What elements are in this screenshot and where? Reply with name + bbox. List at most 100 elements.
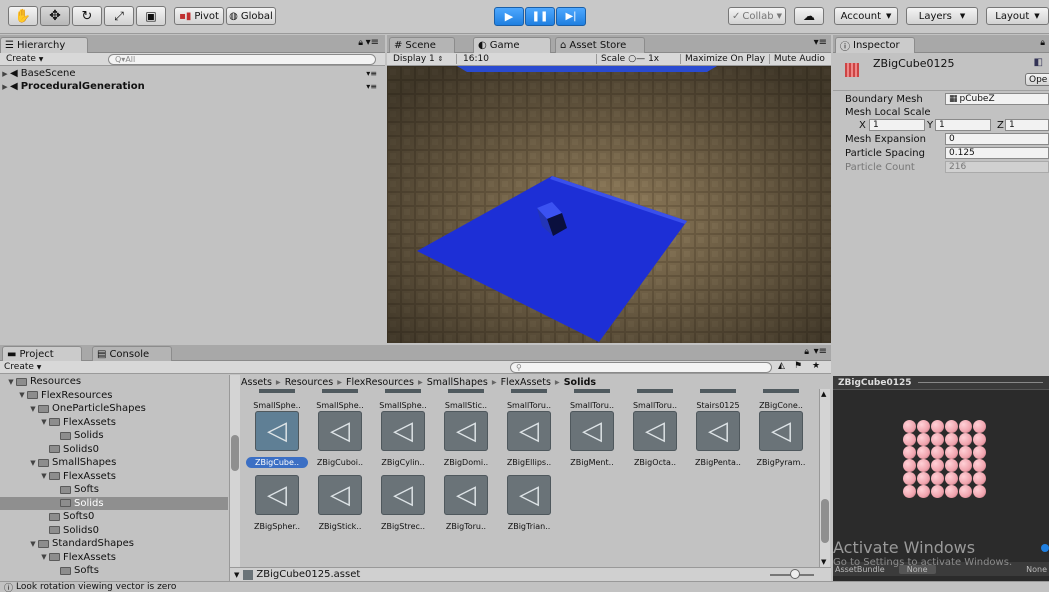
global-toggle[interactable]: ◍ Global [226,7,276,25]
asset-item[interactable]: ◁ ZBigCylin.. [372,411,434,468]
asset-item[interactable]: SmallToru.. [561,389,623,411]
layers-dropdown[interactable]: Layers ▼ [906,7,978,25]
tree-folder-item[interactable]: ▼ OneParticleShapes [0,402,228,415]
filter-label-icon[interactable]: ⚑ [794,361,802,371]
asset-item[interactable]: ◁ ZBigMent.. [561,411,623,468]
tree-folder-item[interactable]: ▼ FlexAssets [0,551,228,564]
row-menu-icon[interactable]: ▾≡ [366,82,377,91]
rotate-tool-button[interactable]: ↻ [72,6,102,26]
open-button[interactable]: Ope [1025,73,1049,86]
breadcrumb-flexresources[interactable]: FlexResources [346,377,414,388]
project-search-input[interactable]: ⚲ [510,362,772,373]
asset-grid-scroll-thumb[interactable] [821,499,829,543]
asset-item[interactable]: ZBigCone.. [750,389,812,411]
hierarchy-item-proceduralgeneration[interactable]: ▶ ◀ ProceduralGeneration ▾≡ [0,80,385,93]
create-dropdown[interactable]: Create ▼ [0,54,49,64]
tree-folder-item[interactable]: ▼ SmallShapes [0,456,228,469]
tree-folder-item[interactable]: ▼ FlexAssets [0,416,228,429]
asset-item[interactable]: Stairs0125 [687,389,749,411]
slider-knob-icon[interactable] [790,569,800,579]
asset-item[interactable]: ◁ ZBigOcta.. [624,411,686,468]
hierarchy-item-basescene[interactable]: ▶ ◀ BaseScene ▾≡ [0,67,385,80]
hierarchy-search-input[interactable]: Q▾All [108,54,376,65]
asset-item[interactable]: ◁ ZBigDomi.. [435,411,497,468]
asset-item[interactable]: SmallSphe.. [246,389,308,411]
mute-audio-toggle[interactable]: Mute Audio [770,54,829,64]
expand-arrow-down-icon[interactable]: ▼ [17,391,27,399]
play-button[interactable]: ▶ [494,7,524,26]
panel-menu-icon[interactable]: ▾≡ [366,37,379,48]
expand-arrow-down-icon[interactable]: ▼ [39,418,49,426]
expand-arrow-icon[interactable]: ▶ [0,70,10,78]
cloud-button[interactable]: ☁ [794,7,824,25]
breadcrumb-solids[interactable]: Solids [564,377,596,388]
boundary-mesh-field[interactable]: ▦ pCubeZ [945,93,1049,105]
tree-folder-item[interactable]: ▼ Resources [0,375,228,388]
tab-asset-store[interactable]: ⌂ Asset Store [555,37,645,53]
collapse-arrow-icon[interactable]: ▼ [234,571,239,579]
favorite-icon[interactable]: ★ [812,361,820,371]
asset-item[interactable]: ◁ ZBigPyram.. [750,411,812,468]
asset-item[interactable]: ◁ ZBigEllips.. [498,411,560,468]
tree-folder-item[interactable]: ▼ FlexAssets [0,470,228,483]
tree-scrollbar-track[interactable] [229,375,240,581]
layout-dropdown[interactable]: Layout ▼ [986,7,1049,25]
lock-icon[interactable]: 🔒︎ [1040,38,1045,48]
asset-item[interactable]: ◁ ZBigStick.. [309,475,371,532]
maximize-on-play-toggle[interactable]: Maximize On Play [681,54,770,64]
collab-button[interactable]: ✓ Collab ▼ [728,7,786,25]
expand-arrow-down-icon[interactable]: ▼ [39,553,49,561]
scale-y-field[interactable]: 1 [935,119,991,131]
expand-arrow-down-icon[interactable]: ▼ [28,540,38,548]
tree-folder-item[interactable]: ▼ FlexResources [0,389,228,402]
create-dropdown[interactable]: Create ▼ [0,362,45,372]
expand-arrow-down-icon[interactable]: ▼ [39,472,49,480]
settings-icon[interactable]: ◧ [1034,57,1043,68]
tree-folder-item[interactable]: Softs0 [0,510,228,523]
tree-scroll-thumb[interactable] [231,435,239,471]
display-dropdown[interactable]: Display 1 ⇕ [387,54,457,64]
tree-folder-item[interactable]: Softs [0,564,228,577]
asset-item[interactable]: ◁ ZBigPenta.. [687,411,749,468]
tree-folder-item[interactable]: Solids [0,496,228,510]
asset-item[interactable]: SmallStic.. [435,389,497,411]
account-dropdown[interactable]: Account ▼ [834,7,898,25]
tab-scene[interactable]: # Scene [389,37,455,53]
step-button[interactable]: ▶| [556,7,586,26]
scale-z-field[interactable]: 1 [1005,119,1049,131]
scroll-up-icon[interactable]: ▲ [821,390,826,398]
breadcrumb-smallshapes[interactable]: SmallShapes [427,377,488,388]
breadcrumb-flexassets[interactable]: FlexAssets [501,377,551,388]
asset-item[interactable]: SmallSphe.. [309,389,371,411]
tree-folder-item[interactable]: Solids [0,429,228,442]
asset-item[interactable]: ◁ ZBigTrian.. [498,475,560,532]
scale-x-field[interactable]: 1 [869,119,925,131]
panel-menu-icon[interactable]: ▾≡ [814,37,827,48]
row-menu-icon[interactable]: ▾≡ [366,69,377,78]
scale-slider[interactable]: Scale ○— 1x [597,54,681,64]
asset-item[interactable]: SmallToru.. [498,389,560,411]
breadcrumb-resources[interactable]: Resources [285,377,334,388]
expand-arrow-down-icon[interactable]: ▼ [28,405,38,413]
asset-grid-scrollbar[interactable]: ▲ ▼ [819,389,830,567]
scale-tool-button[interactable]: ⤢ [104,6,134,26]
breadcrumb-assets[interactable]: Assets [241,377,272,388]
expand-arrow-icon[interactable]: ▶ [0,83,10,91]
particle-preview[interactable] [903,420,993,510]
aspect-dropdown[interactable]: 16:10 [457,54,597,64]
asset-item[interactable]: ◁ ZBigSpher.. [246,475,308,532]
tab-inspector[interactable]: ⓘ Inspector [835,37,915,53]
tree-folder-item[interactable]: Softs [0,483,228,496]
hand-tool-button[interactable]: ✋ [8,6,38,26]
scroll-down-icon[interactable]: ▼ [821,558,826,566]
expand-arrow-down-icon[interactable]: ▼ [28,459,38,467]
tab-console[interactable]: ▤ Console [92,346,172,361]
lock-icon[interactable]: 🔒︎ [358,38,363,48]
tree-folder-item[interactable]: ▼ StandardShapes [0,537,228,550]
tree-folder-item[interactable]: Solids0 [0,443,228,456]
asset-item[interactable]: SmallSphe.. [372,389,434,411]
rect-tool-button[interactable]: ▣ [136,6,166,26]
asset-item[interactable]: ◁ ZBigStrec.. [372,475,434,532]
move-tool-button[interactable]: ✥ [40,6,70,26]
panel-menu-icon[interactable]: ▾≡ [814,346,827,357]
